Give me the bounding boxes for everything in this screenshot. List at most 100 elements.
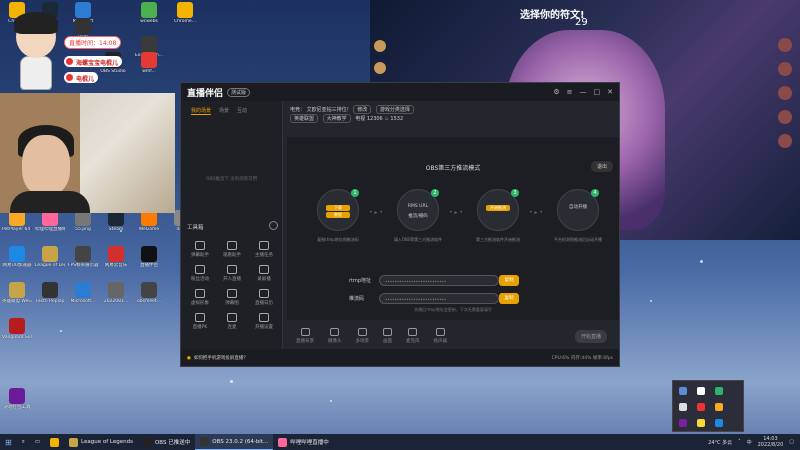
category-chip[interactable]: 游戏分类选择 [375,105,414,114]
copy-rtmp-button[interactable]: 复制 [499,275,519,286]
tool-icon [195,241,205,250]
bottom-tool[interactable]: 扬声器 [434,328,447,344]
weather-widget[interactable]: 24°C 多云 [708,439,732,446]
enemy-player-row [732,134,792,150]
tool-icon [259,241,269,250]
taskbar-app[interactable]: OBS 已推送中 [138,434,195,450]
task-view-icon[interactable]: ▭ [30,434,45,450]
desktop-icon[interactable]: Microsoft... [68,282,98,304]
desktop-icon[interactable]: 网易UU加速器 [2,246,32,268]
desktop-icon[interactable]: wmf... [134,52,164,74]
window-titlebar[interactable]: 直播伴侣 测试版 ⚙ ≡ — □ ✕ [181,83,619,101]
tab-interact[interactable]: 互动 [237,107,247,115]
clock[interactable]: 14:03 2022/8/20 [758,436,784,448]
desktop-icon[interactable]: Chrome... [170,2,200,24]
desktop-icon[interactable]: Fastn Replay [35,282,65,304]
tray-icon[interactable] [697,387,705,395]
desktop-icon[interactable]: League of Legends [35,246,65,268]
tray-icon[interactable] [679,387,687,395]
start-live-button[interactable]: 开始直播 [574,329,607,343]
start-push-button[interactable]: 开始推流 [486,205,510,211]
ally-player-row[interactable] [374,40,444,56]
download-button[interactable]: 下载 [326,205,350,211]
desktop-icon[interactable]: 哔哩哔哩直播姬 [35,210,65,232]
desktop-icon[interactable]: Vanguard Survivors [2,318,32,340]
chrome-icon[interactable] [45,434,64,450]
mode-title: OBS第三方推流模式 [425,165,481,172]
tab-scenes[interactable]: 场景 [219,107,229,115]
tool-item[interactable]: 观看助手 [219,241,245,258]
step-3: 3 开始推流 [477,189,519,231]
tool-item[interactable]: 弹幕助手 [187,241,213,258]
tray-icon[interactable] [715,387,723,395]
bottom-tool[interactable]: 直播背景 [296,328,314,344]
menu-icon[interactable]: ≡ [567,88,573,96]
desktop-icon[interactable]: 2022081... [101,282,131,304]
stream-title[interactable]: 艾欧尼亚钻三排位！ [307,107,352,113]
rtmp-input[interactable]: •••••••••••••••••••••••••• [379,275,499,286]
desktop-icon[interactable]: 游戏打包工具 [2,388,32,410]
live-companion-window[interactable]: 直播伴侣 测试版 ⚙ ≡ — □ ✕ 我的场景 场景 互动 OBS推流下 没有场… [180,82,620,367]
tool-item[interactable]: 直播PK [187,313,213,330]
desktop-icon[interactable]: PotPlayer 64 bit [2,210,32,232]
chevron-up-icon[interactable]: ˄ [738,439,741,445]
desktop-icon[interactable]: 55.png [68,210,98,232]
tray-icon[interactable] [679,403,687,411]
notification-icon[interactable]: ▢ [789,439,794,445]
maximize-icon[interactable]: □ [594,88,601,96]
tool-item[interactable]: 虚拟形象 [187,289,213,306]
tool-label: 连麦 [227,325,237,330]
desktop-icon[interactable]: obsmeet... [134,282,164,304]
exit-button[interactable]: 退出 [590,161,613,172]
taskbar-app[interactable]: 哔哩哔哩直播中 [273,434,334,450]
tool-item[interactable]: 直播日历 [251,289,277,306]
desktop-icon[interactable]: 网易云音乐 [101,246,131,268]
bottom-tool[interactable]: 麦克风 [406,328,420,344]
app-icon [141,246,157,262]
tools-more-icon[interactable] [269,221,278,230]
key-input[interactable]: •••••••••••••••••••••••••• [379,293,499,304]
bottom-tool[interactable]: 多场景 [356,328,369,344]
bottom-tool[interactable]: 画面 [383,328,392,344]
edit-chip[interactable]: 修改 [353,105,372,114]
desktop-icon[interactable]: wcwebs [134,2,164,24]
tab-my-scenes[interactable]: 我的场景 [191,107,212,115]
tool-item[interactable]: 弹幕图 [219,289,245,306]
copy-key-button[interactable]: 复制 [499,293,519,304]
tray-icon[interactable] [679,419,687,427]
desktop-icon[interactable]: FPS帧率展示器 [68,246,98,268]
close-icon[interactable]: ✕ [607,88,613,96]
tray-icon[interactable] [697,403,705,411]
tutorial-button[interactable]: 教程 [326,212,350,218]
step-2: 2 RMS URL 推流/播码 [397,189,439,231]
search-icon[interactable]: ⌕ [17,434,30,450]
taskbar-app[interactable]: League of Legends [64,434,138,450]
tool-item[interactable]: 开人直播 [219,265,245,282]
taskbar-app[interactable]: OBS 23.0.2 (64-bit... [195,434,274,450]
desktop-icon[interactable]: WeGame [134,210,164,232]
status-tip-link[interactable]: 如何把手机游戏投屏直播？ [187,355,248,361]
tool-item[interactable]: 主播任务 [251,241,277,258]
minimize-icon[interactable]: — [580,88,587,96]
tool-item[interactable]: 粉丝活动 [187,265,213,282]
ally-player-row[interactable] [374,62,444,78]
desktop-icon[interactable]: 英雄联盟 WeGame版 [2,282,32,304]
ime-indicator[interactable]: 中 [747,439,752,446]
bottom-tool[interactable]: 摄像头 [328,328,342,344]
start-button[interactable]: ⊞ [0,434,17,450]
tool-item[interactable]: 录屏播 [251,265,277,282]
desktop-icon[interactable]: 直播伴侣 [134,246,164,268]
tray-icon[interactable] [697,419,705,427]
tray-icon[interactable] [715,403,723,411]
tool-item[interactable]: 连麦 [219,313,245,330]
tool-icon [259,265,269,274]
settings-icon[interactable]: ⚙ [553,88,559,96]
tool-item[interactable]: 开播设置 [251,313,277,330]
stream-info-bar: 电竞： 艾欧尼亚钻三排位！ 修改 游戏分类选择 英雄联盟 大神教学 电视 123… [284,101,619,131]
step-caption: 复制rtmp地址和推流码 [317,237,359,242]
key-row: 推流码 •••••••••••••••••••••••••• 复制 [349,293,549,305]
desktop-icon[interactable]: Steam [101,210,131,232]
tray-icon[interactable] [715,419,723,427]
select-timer: 29 [575,17,588,28]
app-icon [42,282,58,298]
